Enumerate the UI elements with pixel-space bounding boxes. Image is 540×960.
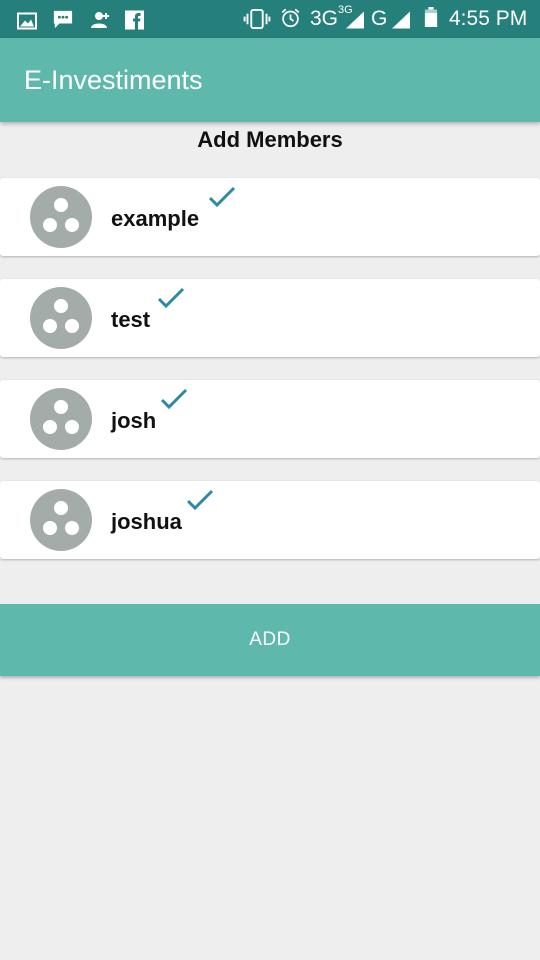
member-name: test	[111, 307, 151, 332]
page-title: Add Members	[197, 127, 343, 152]
member-item[interactable]: example	[0, 178, 540, 256]
carrier-letter: G	[371, 7, 388, 30]
member-item[interactable]: test	[0, 279, 540, 357]
avatar-icon	[30, 489, 92, 551]
check-icon[interactable]	[186, 489, 214, 511]
alarm-icon	[281, 8, 300, 28]
member-name: josh	[111, 408, 157, 433]
member-name: example	[111, 206, 200, 231]
facebook-icon	[125, 10, 144, 30]
network-type-label: 3G	[310, 7, 339, 30]
avatar-icon	[30, 186, 92, 248]
member-item[interactable]: josh	[0, 380, 540, 458]
add-button[interactable]: ADD	[0, 604, 540, 676]
avatar-icon	[30, 287, 92, 349]
battery-icon	[424, 7, 438, 27]
image-icon	[17, 12, 37, 30]
status-bar: 3G 3G G 4:55 PM	[0, 0, 540, 38]
avatar-icon	[30, 388, 92, 450]
signal-icon	[346, 11, 364, 29]
member-name: joshua	[111, 509, 182, 534]
check-icon[interactable]	[208, 186, 236, 208]
vibrate-icon	[243, 9, 271, 29]
signal-icon	[392, 11, 410, 29]
member-item[interactable]: joshua	[0, 481, 540, 559]
clock: 4:55 PM	[449, 7, 528, 30]
app-title: E-Investiments	[24, 65, 203, 95]
message-icon	[53, 10, 73, 29]
check-icon[interactable]	[160, 388, 188, 410]
app-bar: E-Investiments	[0, 38, 540, 122]
person-add-icon	[91, 12, 109, 28]
check-icon[interactable]	[157, 287, 185, 309]
